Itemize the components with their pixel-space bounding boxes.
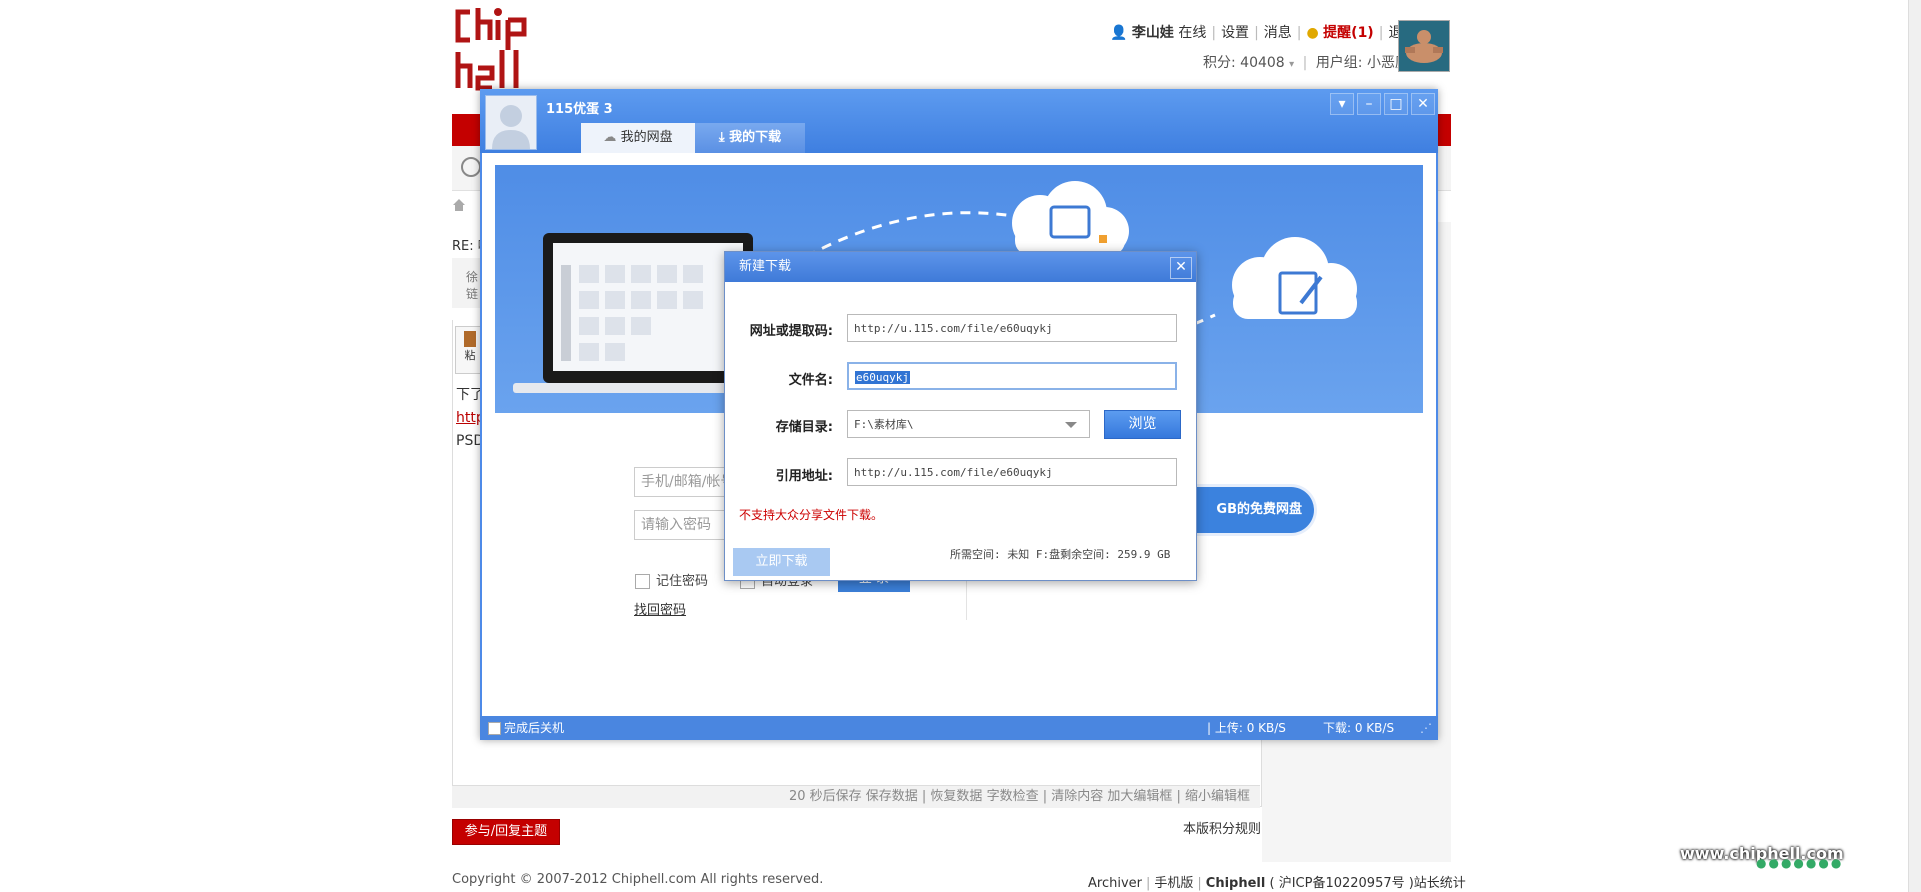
quote-line: 徐 xyxy=(466,270,479,284)
archiver-link[interactable]: Archiver xyxy=(1088,876,1142,891)
download-icon: ⤓ xyxy=(718,130,725,145)
messages-link[interactable]: 消息 xyxy=(1264,25,1292,41)
tab-label: 我的网盘 xyxy=(620,130,673,145)
shutdown-after-complete-checkbox[interactable]: 完成后关机 xyxy=(488,716,564,740)
client-avatar[interactable] xyxy=(485,95,537,150)
minimize-icon[interactable]: – xyxy=(1357,93,1381,115)
resize-grip-icon[interactable]: ⋰ xyxy=(1420,716,1432,740)
space-info: 所需空间: 未知 F:盘剩余空间: 259.9 GB xyxy=(950,548,1171,561)
close-icon[interactable]: ✕ xyxy=(1170,257,1192,279)
download-now-button[interactable]: 立即下载 xyxy=(733,548,830,576)
dialog-titlebar[interactable]: 新建下载 xyxy=(725,252,1196,282)
search-icon[interactable] xyxy=(461,157,481,177)
tab-label: 我的下载 xyxy=(729,130,782,145)
referrer-label: 引用地址: xyxy=(775,469,833,484)
cloud-icon: ☁ xyxy=(603,130,617,145)
chiphell-logo[interactable] xyxy=(452,6,532,92)
url-input[interactable]: http://u.115.com/file/e60uqykj xyxy=(847,314,1177,342)
avatar[interactable] xyxy=(1398,20,1450,72)
directory-select[interactable]: F:\素材库\ xyxy=(847,410,1090,438)
home-icon[interactable] xyxy=(452,198,466,212)
mobile-link[interactable]: 手机版 xyxy=(1154,876,1193,891)
dialog-title: 新建下载 xyxy=(739,259,792,274)
referrer-input[interactable]: http://u.115.com/file/e60uqykj xyxy=(847,458,1177,486)
forgot-password-link[interactable]: 找回密码 xyxy=(634,599,686,618)
icp-link[interactable]: ( 沪ICP备10220957号 )站长统计 xyxy=(1269,876,1465,891)
copyright: Copyright © 2007-2012 Chiphell.com All r… xyxy=(452,872,824,887)
quote-box: 徐 链 xyxy=(452,258,482,308)
user-group-link[interactable]: 用户组: 小恶魔 xyxy=(1316,55,1409,71)
browse-button[interactable]: 浏览 xyxy=(1104,410,1181,439)
filename-label: 文件名: xyxy=(788,373,833,388)
client-status-bar: 完成后关机 | 上传: 0 KB/S 下载: 0 KB/S ⋰ xyxy=(480,716,1438,740)
system-tray-icons: ●●●●●●● xyxy=(1756,856,1844,870)
editor-footer: 20 秒后保存 保存数据 | 恢复数据 字数检查 | 清除内容 加大编辑框 | … xyxy=(452,785,1260,808)
points-link[interactable]: 积分: 40408 xyxy=(1203,55,1285,71)
window-controls: ▾ – □ ✕ xyxy=(1330,93,1435,115)
new-download-dialog[interactable]: 新建下载 ✕ 网址或提取码: http://u.115.com/file/e60… xyxy=(724,251,1197,581)
user-silhouette-icon xyxy=(486,96,536,149)
chevron-down-icon[interactable]: ▾ xyxy=(1289,59,1294,70)
chiphell-link[interactable]: Chiphell xyxy=(1206,876,1266,891)
error-message: 不支持大众分享文件下载。 xyxy=(739,508,884,522)
url-label: 网址或提取码: xyxy=(749,324,833,339)
remember-label: 记住密码 xyxy=(656,574,709,589)
user-bar: 👤 李山娃 在线|设置|消息|● 提醒(1)|退出 xyxy=(1110,22,1416,46)
settings-link[interactable]: 设置 xyxy=(1221,25,1249,41)
remember-password-checkbox[interactable]: 记住密码 xyxy=(635,570,708,589)
username-link[interactable]: 李山娃 xyxy=(1132,25,1174,41)
close-icon[interactable]: ✕ xyxy=(1411,93,1435,115)
score-rules-link[interactable]: 本版积分规则 xyxy=(1183,818,1261,837)
download-speed: 下载: 0 KB/S xyxy=(1323,721,1395,735)
client-title: 115优蛋 3 xyxy=(546,102,613,117)
tab-my-disk[interactable]: ☁ 我的网盘 xyxy=(581,123,695,153)
clipboard-icon xyxy=(464,331,476,347)
upload-speed-value: 上传: 0 KB/S xyxy=(1214,721,1286,735)
tab-my-downloads[interactable]: ⤓ 我的下载 xyxy=(695,123,805,153)
user-icon: 👤 xyxy=(1110,25,1128,41)
quote-line: 链 xyxy=(466,287,479,301)
user-stats: 积分: 40408 ▾ | 用户组: 小恶魔 xyxy=(1203,55,1409,71)
alerts-link[interactable]: 提醒(1) xyxy=(1323,25,1374,41)
filename-input[interactable]: e60uqykj xyxy=(847,362,1177,390)
page-scrollbar[interactable] xyxy=(1908,0,1921,892)
directory-label: 存储目录: xyxy=(775,420,833,435)
editor-footer-actions[interactable]: 20 秒后保存 保存数据 | 恢复数据 字数检查 | 清除内容 加大编辑框 | … xyxy=(789,789,1250,804)
filename-selected-text: e60uqykj xyxy=(855,371,910,384)
bulb-icon: ● xyxy=(1306,25,1319,41)
maximize-icon[interactable]: □ xyxy=(1384,93,1408,115)
chevron-down-icon[interactable] xyxy=(1065,422,1077,428)
menu-dropdown-icon[interactable]: ▾ xyxy=(1330,93,1354,115)
shutdown-label: 完成后关机 xyxy=(504,721,565,735)
upload-speed: | 上传: 0 KB/S xyxy=(1207,721,1286,735)
avatar-figure-icon xyxy=(1399,21,1449,71)
online-status[interactable]: 在线 xyxy=(1178,25,1206,41)
reply-button[interactable]: 参与/回复主题 xyxy=(452,819,560,845)
footer-links: Archiver | 手机版 | Chiphell ( 沪ICP备10220957号 )… xyxy=(1088,876,1466,891)
